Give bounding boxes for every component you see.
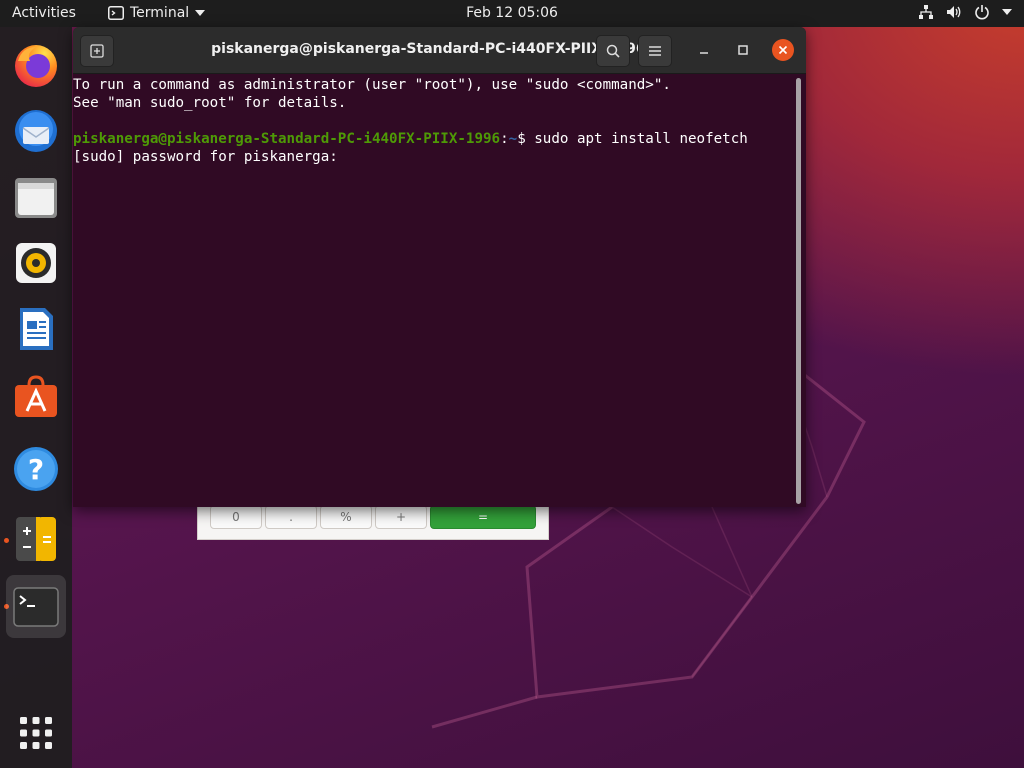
search-icon xyxy=(606,44,620,58)
software-icon xyxy=(12,373,60,421)
calc-key-decimal[interactable]: . xyxy=(265,505,317,529)
prompt-user-host: piskanerga@piskanerga-Standard-PC-i440FX… xyxy=(73,131,501,147)
network-icon[interactable] xyxy=(918,4,934,20)
search-button[interactable] xyxy=(596,35,630,67)
thunderbird-icon xyxy=(12,107,60,155)
new-tab-button[interactable] xyxy=(80,35,114,67)
app-menu-label: Terminal xyxy=(130,5,190,21)
firefox-icon xyxy=(12,41,60,89)
calc-key-plus[interactable]: + xyxy=(375,505,427,529)
new-tab-icon xyxy=(90,44,104,58)
prompt-separator: : xyxy=(500,131,509,147)
svg-text:?: ? xyxy=(28,453,44,486)
clock[interactable]: Feb 12 05:06 xyxy=(466,5,558,21)
system-tray[interactable] xyxy=(918,4,1012,20)
maximize-button[interactable] xyxy=(733,40,753,60)
output-line: See "man sudo_root" for details. xyxy=(73,95,347,111)
volume-icon[interactable] xyxy=(946,4,962,20)
chevron-down-icon xyxy=(195,10,206,16)
activities-button[interactable]: Activities xyxy=(12,5,76,21)
output-line: To run a command as administrator (user … xyxy=(73,77,671,93)
show-applications-button[interactable] xyxy=(6,703,66,763)
dock-thunderbird[interactable] xyxy=(6,101,66,161)
grid-icon xyxy=(19,716,53,750)
terminal-output[interactable]: To run a command as administrator (user … xyxy=(73,73,793,507)
password-prompt: [sudo] password for piskanerga: xyxy=(73,149,338,165)
prompt-path: ~ xyxy=(508,131,518,147)
files-icon xyxy=(12,173,60,221)
dock-help[interactable]: ? xyxy=(6,439,66,499)
minimize-button[interactable] xyxy=(694,40,714,60)
dock-terminal[interactable] xyxy=(6,575,66,638)
terminal-headerbar[interactable]: piskanerga@piskanerga-Standard-PC-i440FX… xyxy=(73,27,806,74)
dock-rhythmbox[interactable] xyxy=(6,233,66,293)
top-bar: Activities Terminal Feb 12 05:06 xyxy=(0,0,1024,27)
rhythmbox-icon xyxy=(12,239,60,287)
terminal-icon xyxy=(12,586,60,628)
hamburger-icon xyxy=(649,46,661,56)
dock-calculator[interactable] xyxy=(6,509,66,569)
dock-writer[interactable] xyxy=(6,299,66,359)
close-button[interactable] xyxy=(772,39,794,61)
command-text: $ sudo apt install neofetch xyxy=(517,131,748,147)
writer-icon xyxy=(12,305,60,353)
maximize-icon xyxy=(738,45,748,55)
terminal-small-icon xyxy=(108,6,124,20)
dock-files[interactable] xyxy=(6,167,66,227)
menu-button[interactable] xyxy=(638,35,672,67)
calculator-icon xyxy=(12,515,60,563)
calc-key-equals[interactable]: = xyxy=(430,505,536,529)
dock-software[interactable] xyxy=(6,367,66,427)
terminal-window[interactable]: piskanerga@piskanerga-Standard-PC-i440FX… xyxy=(73,27,806,507)
calc-key-percent[interactable]: % xyxy=(320,505,372,529)
help-icon: ? xyxy=(12,445,60,493)
dropdown-icon[interactable] xyxy=(1002,9,1012,15)
close-icon xyxy=(778,45,788,55)
calc-key-0[interactable]: 0 xyxy=(210,505,262,529)
dock-firefox[interactable] xyxy=(6,35,66,95)
app-menu-button[interactable]: Terminal xyxy=(108,5,206,21)
terminal-scrollbar[interactable] xyxy=(796,78,801,504)
minimize-icon xyxy=(699,45,709,55)
dock: ? xyxy=(0,27,72,768)
power-icon[interactable] xyxy=(974,4,990,20)
prompt-line: piskanerga@piskanerga-Standard-PC-i440FX… xyxy=(73,130,748,148)
